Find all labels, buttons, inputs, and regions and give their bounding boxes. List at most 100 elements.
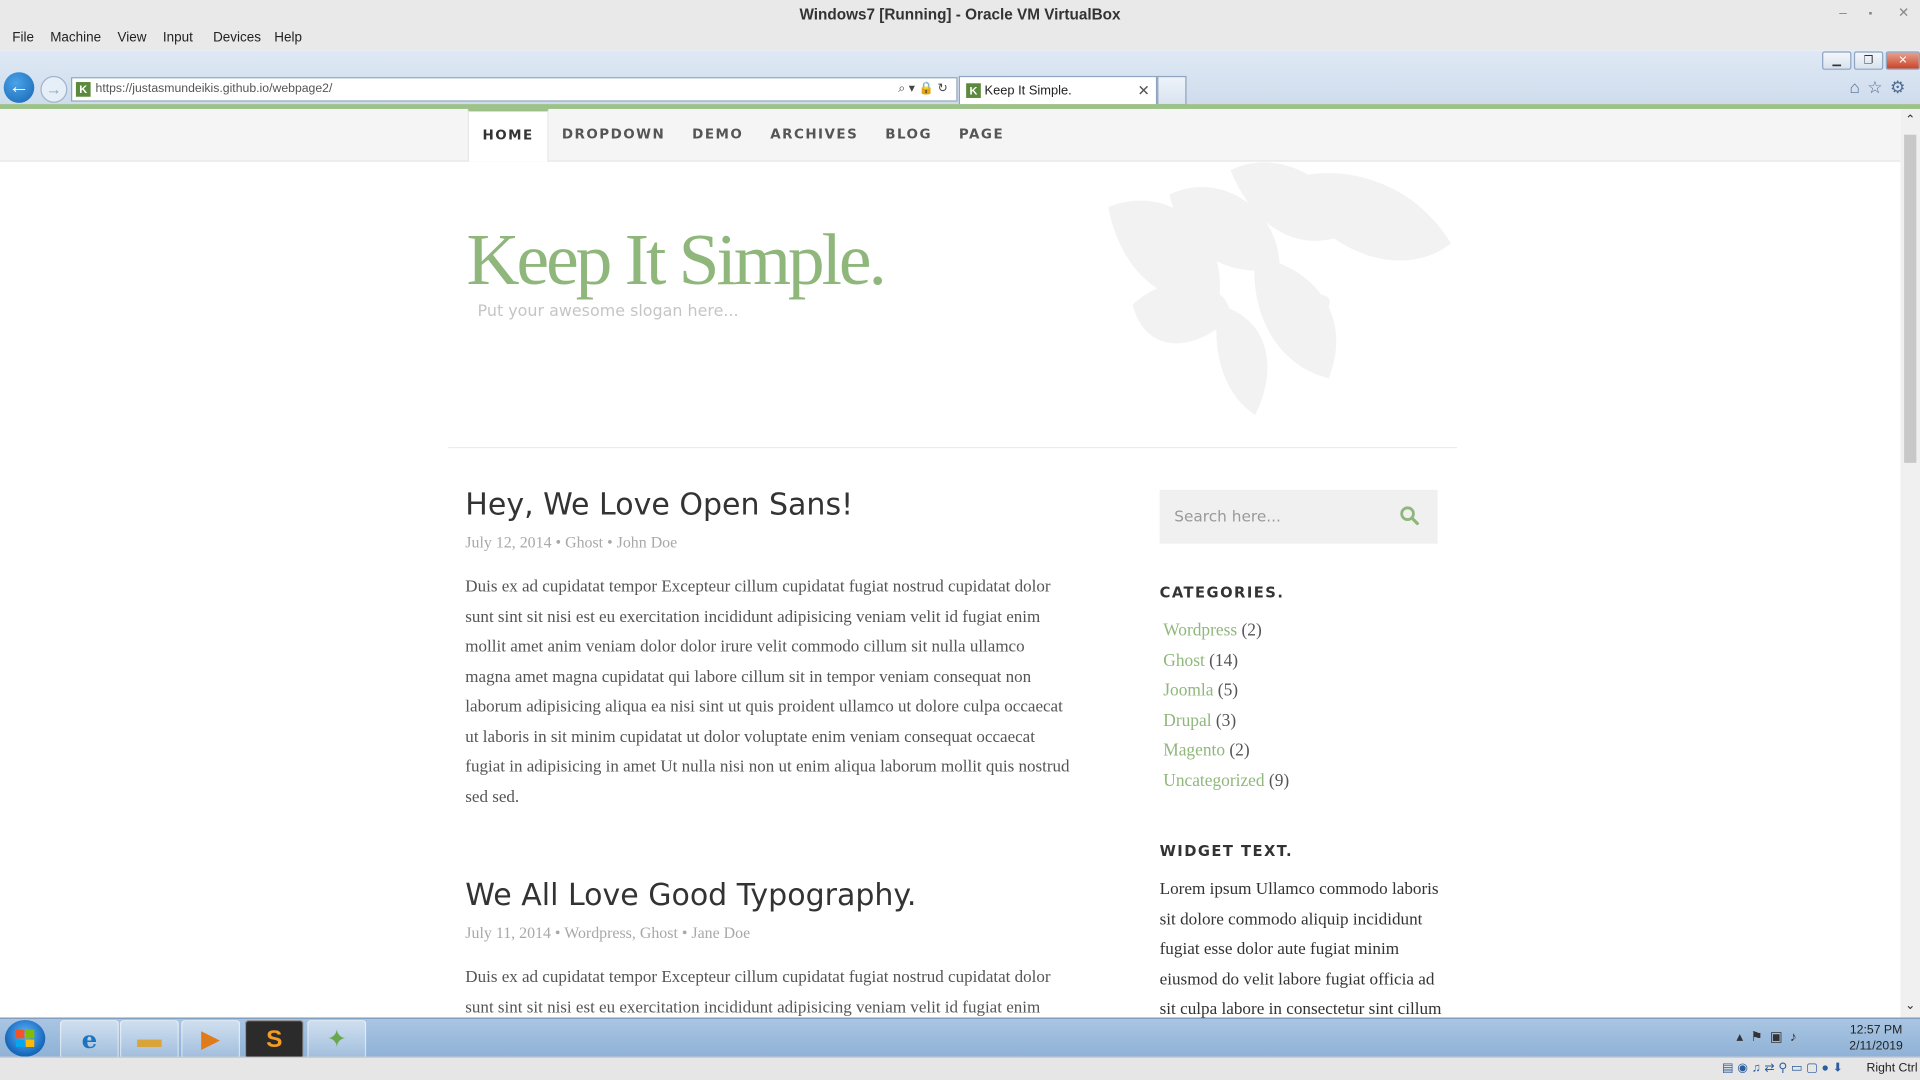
show-hidden-icons-icon[interactable]: ▴ (1736, 1030, 1750, 1045)
menu-file[interactable]: File (12, 29, 34, 47)
address-url[interactable]: https://justasmundeikis.github.io/webpag… (96, 78, 333, 100)
search-icon[interactable] (1400, 506, 1420, 526)
ie-window-controls: ▁ ❐ ✕ (1822, 51, 1920, 70)
media-player-icon: ▶ (201, 1026, 221, 1054)
post-title[interactable]: We All Love Good Typography. (465, 877, 916, 913)
minimize-button[interactable]: – (1839, 0, 1847, 29)
widget-text-title: WIDGET TEXT. (1159, 842, 1294, 860)
tab-favicon-icon: K (966, 83, 981, 98)
ie-restore-button[interactable]: ❐ (1853, 51, 1884, 70)
start-button[interactable] (4, 1020, 46, 1057)
close-button[interactable]: ✕ (1898, 0, 1909, 29)
refresh-icon[interactable]: ↻ (937, 82, 951, 95)
post-title[interactable]: Hey, We Love Open Sans! (465, 486, 853, 522)
virtualbox-menu-bar: File Machine View Input Devices Help (0, 29, 1920, 51)
menu-machine[interactable]: Machine (50, 29, 101, 47)
ie-minimize-button[interactable]: ▁ (1822, 51, 1852, 70)
categories-title: CATEGORIES. (1159, 584, 1285, 602)
category-count: (14) (1209, 650, 1239, 671)
display-icon[interactable]: ▢ (1806, 1062, 1821, 1075)
lock-icon[interactable]: 🔒 (919, 82, 938, 95)
nav-page[interactable]: PAGE (945, 109, 1017, 160)
search-input[interactable]: Search here... (1174, 490, 1281, 544)
taskbar-clock[interactable]: 12:57 PM 2/11/2019 (1849, 1022, 1903, 1054)
sidebar-search[interactable]: Search here... (1159, 489, 1438, 544)
site-favicon-icon: K (75, 82, 91, 97)
new-tab-button[interactable] (1157, 75, 1187, 106)
browser-tab[interactable]: K Keep It Simple. ✕ (958, 75, 1158, 105)
category-item: Ghost (14) (1163, 646, 1289, 676)
site-nav: HOME DROPDOWN DEMO ARCHIVES BLOG PAGE (467, 108, 1018, 162)
category-item: Joomla (5) (1163, 676, 1289, 706)
widget-text-body: Lorem ipsum Ullamco commodo laboris sit … (1159, 880, 1442, 1018)
audio-icon[interactable]: ♫ (1752, 1062, 1765, 1075)
settings-gear-icon[interactable]: ⚙ (1890, 77, 1913, 97)
taskbar-ie-button[interactable]: e (60, 1020, 119, 1060)
menu-help[interactable]: Help (274, 29, 302, 47)
category-link[interactable]: Joomla (1163, 681, 1213, 701)
category-link[interactable]: Ghost (1163, 651, 1205, 671)
taskbar-app-button[interactable]: ✦ (307, 1020, 367, 1060)
site-slogan: Put your awesome slogan here... (477, 302, 739, 321)
recording-icon[interactable]: ● (1822, 1062, 1833, 1075)
header-divider (448, 446, 1458, 449)
tab-title: Keep It Simple. (984, 83, 1072, 98)
tab-close-icon[interactable]: ✕ (1137, 77, 1149, 104)
scrollbar-thumb[interactable] (1904, 134, 1917, 463)
windows-logo-icon (15, 1029, 35, 1047)
hdd-icon[interactable]: ▤ (1722, 1062, 1737, 1075)
categories-list: Wordpress (2) Ghost (14) Joomla (5) Drup… (1163, 616, 1289, 796)
category-link[interactable]: Uncategorized (1163, 771, 1264, 791)
category-link[interactable]: Wordpress (1163, 621, 1237, 641)
windows-taskbar: e ▬ ▶ S ✦ ▴⚑▣♪ 12:57 PM 2/11/2019 (0, 1017, 1920, 1060)
taskbar-sublime-button[interactable]: S (244, 1020, 304, 1060)
menu-view[interactable]: View (118, 29, 147, 47)
usb-icon[interactable]: ⚲ (1778, 1062, 1791, 1075)
clock-date: 2/11/2019 (1849, 1039, 1903, 1054)
vbox-status-icons: ▤◉♫⇄⚲▭▢●⬇ (1722, 1062, 1847, 1075)
back-arrow-icon: ← (8, 74, 30, 98)
scroll-down-icon[interactable]: ⌄ (1900, 999, 1920, 1012)
site-title[interactable]: Keep It Simple. (467, 217, 887, 303)
post-meta: July 11, 2014 • Wordpress, Ghost • Jane … (465, 923, 751, 942)
app-icon: ✦ (326, 1026, 347, 1054)
nav-blog[interactable]: BLOG (872, 109, 946, 160)
web-page: HOME DROPDOWN DEMO ARCHIVES BLOG PAGE Ke… (0, 108, 1901, 1018)
nav-home[interactable]: HOME (467, 108, 549, 162)
menu-input[interactable]: Input (163, 29, 193, 47)
scroll-up-icon[interactable]: ⌃ (1900, 114, 1920, 127)
home-icon[interactable]: ⌂ (1849, 77, 1867, 97)
favorites-star-icon[interactable]: ☆ (1867, 77, 1890, 97)
category-count: (2) (1229, 740, 1250, 761)
ie-close-button[interactable]: ✕ (1885, 51, 1920, 70)
address-controls: ⌕▾🔒↻ (898, 78, 951, 100)
screen: Windows7 [Running] - Oracle VM VirtualBo… (0, 0, 1920, 1080)
network-adapter-icon[interactable]: ⇄ (1764, 1062, 1778, 1075)
tray-icons: ▴⚑▣♪ (1736, 1029, 1804, 1045)
address-bar[interactable]: K https://justasmundeikis.github.io/webp… (71, 77, 958, 102)
nav-archives[interactable]: ARCHIVES (757, 109, 872, 160)
page-scrollbar[interactable]: ⌃ ⌄ (1900, 108, 1920, 1018)
action-center-icon[interactable]: ⚑ (1750, 1030, 1769, 1045)
category-item: Drupal (3) (1163, 706, 1289, 736)
category-count: (5) (1217, 680, 1239, 701)
menu-devices[interactable]: Devices (213, 29, 261, 47)
maximize-button[interactable]: ⬝ (1869, 0, 1873, 29)
nav-demo[interactable]: DEMO (679, 109, 757, 160)
shared-folders-icon[interactable]: ▭ (1791, 1062, 1806, 1075)
network-icon[interactable]: ▣ (1770, 1030, 1790, 1045)
post-body: Duis ex ad cupidatat tempor Excepteur ci… (465, 577, 1070, 807)
system-tray: ▴⚑▣♪ 12:57 PM 2/11/2019 (1736, 1019, 1920, 1058)
optical-drive-icon[interactable]: ◉ (1737, 1062, 1751, 1075)
forward-button[interactable]: → (40, 75, 68, 103)
category-item: Magento (2) (1163, 736, 1289, 766)
back-button[interactable]: ← (3, 72, 35, 103)
search-dropdown-icon[interactable]: ⌕▾ (898, 82, 918, 95)
nav-dropdown[interactable]: DROPDOWN (548, 109, 678, 160)
category-link[interactable]: Drupal (1163, 711, 1211, 731)
taskbar-media-player-button[interactable]: ▶ (181, 1020, 241, 1060)
category-link[interactable]: Magento (1163, 741, 1225, 761)
taskbar-explorer-button[interactable]: ▬ (120, 1020, 179, 1060)
volume-icon[interactable]: ♪ (1790, 1030, 1804, 1045)
mouse-integration-icon[interactable]: ⬇ (1833, 1062, 1847, 1075)
